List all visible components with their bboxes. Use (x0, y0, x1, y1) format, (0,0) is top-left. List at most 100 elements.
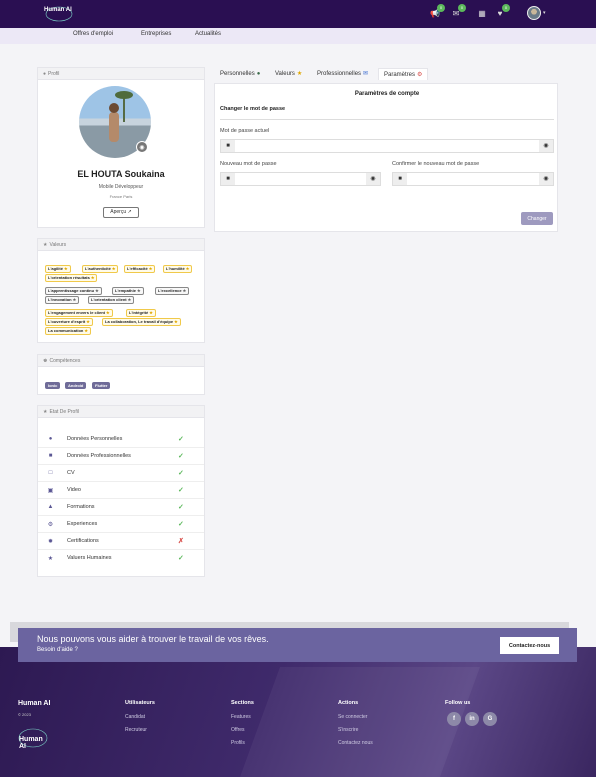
footer-link-profiles[interactable]: Profils (231, 740, 245, 746)
footer-brand: Human AI (18, 700, 51, 707)
preview-button[interactable]: Aperçu ↗ (103, 207, 139, 218)
status-row: □ CV ✓ (38, 465, 204, 482)
footer-link-login[interactable]: Se connecter (338, 714, 367, 720)
status-row: ▣ Video ✓ (38, 482, 204, 499)
value-tag: L'ouverture d'esprit★ (45, 318, 93, 326)
notification-badge: 0 (437, 4, 445, 12)
skills-card: ♚ Compétences Ionic Android Flutter (37, 354, 205, 395)
video-icon: ▣ (47, 488, 54, 494)
status-label: Video (67, 487, 81, 493)
footer-link-signup[interactable]: S'inscrire (338, 727, 358, 733)
header-logo[interactable]: Human AI (44, 5, 74, 23)
new-password-label: Nouveau mot de passe (220, 161, 277, 167)
current-password-group: ■ ◉ (220, 139, 554, 153)
file-icon: □ (48, 470, 53, 476)
status-label: CV (67, 470, 75, 476)
skill-tag: Android (65, 382, 87, 389)
chevron-down-icon[interactable]: ▾ (543, 10, 546, 16)
tab-parametres[interactable]: Paramètres ⚙ (378, 68, 429, 80)
contact-button[interactable]: Contactez-nous (500, 637, 559, 654)
nav-companies[interactable]: Entreprises (141, 31, 171, 37)
value-tag: L'intégrité★ (126, 309, 156, 317)
value-tag: L'excellence★ (155, 287, 190, 295)
facebook-icon[interactable]: f (447, 712, 461, 726)
status-label: Données Personnelles (67, 436, 123, 442)
cross-icon: ✗ (178, 538, 184, 545)
check-icon: ✓ (178, 436, 184, 443)
footer-link-contact[interactable]: Contactez nous (338, 740, 373, 746)
skill-tag: Ionic (45, 382, 61, 389)
nav-job-offers[interactable]: Offres d'emploi (73, 31, 113, 37)
check-icon: ✓ (178, 470, 184, 477)
footer-sections-title: Sections (231, 700, 254, 706)
user-avatar[interactable] (527, 6, 541, 20)
header-logo-text: Human AI (44, 7, 72, 13)
eye-icon[interactable]: ◉ (366, 173, 380, 185)
check-icon: ✓ (178, 487, 184, 494)
footer-link-candidate[interactable]: Candidat (125, 714, 145, 720)
status-row: ★ Valuers Humaines ✓ (38, 550, 204, 567)
status-card-header: ★ Etat De Profil (38, 406, 204, 418)
footer-logo-text: Human AI (19, 736, 43, 750)
message-badge: 0 (458, 4, 466, 12)
favorite-badge: 0 (502, 4, 510, 12)
footer-link-offers[interactable]: Offres (231, 727, 245, 733)
footer-actions-title: Actions (338, 700, 359, 706)
certificate-icon: ✹ (47, 539, 54, 545)
profile-name: EL HOUTA Soukaina (77, 169, 165, 179)
values-section-label: Valeurs (49, 242, 67, 248)
preview-label: Aperçu (110, 209, 127, 215)
value-tag: L'humilité★ (163, 265, 193, 273)
value-tag: La communication★ (45, 327, 91, 335)
footer-background-decoration (239, 667, 481, 777)
calendar-icon[interactable]: ▦ (477, 9, 487, 19)
gear-icon: ⚙ (417, 72, 423, 78)
footer-link-features[interactable]: Features (231, 714, 251, 720)
change-password-button[interactable]: Changer (521, 212, 553, 225)
footer (0, 647, 596, 777)
eye-icon[interactable]: ◉ (539, 173, 553, 185)
main-nav: Offres d'emploi Entreprises Actualités (0, 28, 596, 44)
check-icon: ✓ (178, 453, 184, 460)
confirm-password-group: ■ ◉ (392, 172, 554, 186)
skill-tag: Flutter (92, 382, 111, 389)
status-row: ▲ Formations ✓ (38, 499, 204, 516)
nav-news[interactable]: Actualités (195, 31, 221, 37)
star-icon: ★ (43, 242, 48, 248)
profile-section-label: Profil (48, 71, 60, 77)
lock-icon: ■ (393, 173, 407, 185)
tab-label: Paramètres (384, 72, 416, 78)
check-icon: ✓ (178, 504, 184, 511)
value-tag: L'empathie★ (112, 287, 144, 295)
check-icon: ✓ (178, 521, 184, 528)
google-icon[interactable]: G (483, 712, 497, 726)
footer-link-recruiter[interactable]: Recruteur (125, 727, 147, 733)
new-password-input[interactable] (236, 173, 366, 185)
settings-panel: Paramètres de compte Changer le mot de p… (214, 83, 558, 232)
status-row: ⚙ Experiences ✓ (38, 516, 204, 533)
cta-subtitle: Besoin d'aide ? (37, 647, 78, 653)
confirm-password-input[interactable] (408, 173, 539, 185)
camera-icon[interactable]: ◉ (136, 141, 148, 153)
status-label: Certifications (67, 538, 99, 544)
value-tag: L'authenticité★ (82, 265, 119, 273)
status-row: ■ Données Professionnelles ✓ (38, 448, 204, 465)
change-password-heading: Changer le mot de passe (220, 106, 286, 112)
tab-professionnelles[interactable]: Professionnelles ✉ (312, 68, 373, 80)
linkedin-icon[interactable]: in (465, 712, 479, 726)
graduation-cap-icon: ▲ (47, 504, 54, 510)
eye-icon[interactable]: ◉ (539, 140, 553, 152)
footer-copyright: © 2023 (18, 712, 31, 717)
value-tag: La collaboration, Le travail d'équipe★ (102, 318, 181, 326)
tab-valeurs[interactable]: Valeurs ★ (270, 68, 307, 80)
divider (220, 119, 554, 120)
value-tag: L'apprentissage continu★ (45, 287, 102, 295)
value-tag: L'engagement envers le client★ (45, 309, 113, 317)
current-password-input[interactable] (236, 140, 536, 152)
star-icon: ★ (296, 71, 303, 77)
user-icon: ● (48, 436, 53, 442)
check-icon: ✓ (178, 555, 184, 562)
tab-personnelles[interactable]: Personnelles ● (215, 68, 265, 80)
value-tag: L'orientation résultats★ (45, 274, 98, 282)
value-tag: L'agilité★ (45, 265, 71, 273)
